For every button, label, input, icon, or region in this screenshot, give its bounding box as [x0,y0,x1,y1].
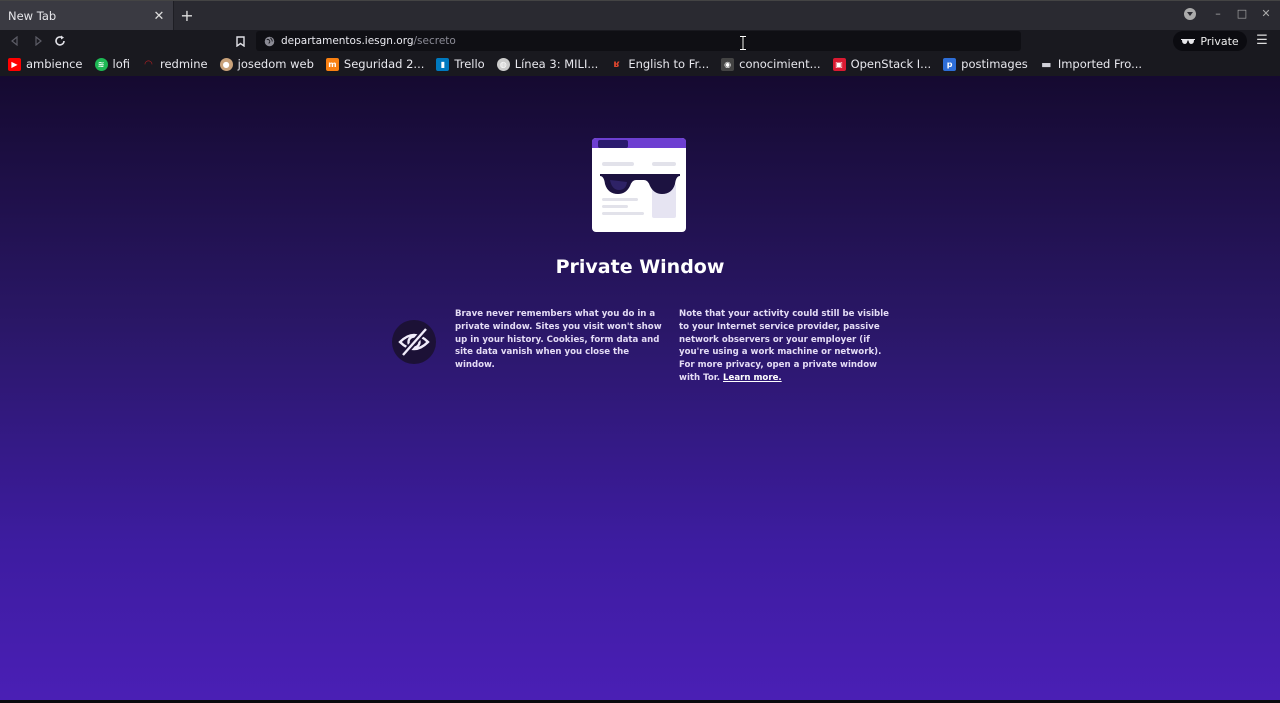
window-close-icon[interactable]: ✕ [1260,7,1272,21]
learn-more-link[interactable]: Learn more. [723,373,782,383]
bookmark-label: Seguridad 2... [343,57,425,71]
bookmark-label: josedom web [237,57,314,71]
address-bar[interactable]: departamentos.iesgn.org/secreto [256,31,1021,51]
hamburger-menu-icon[interactable]: ☰ [1255,33,1269,49]
bookmark-item[interactable]: ◠ redmine [142,52,213,76]
bookmark-label: postimages [961,57,1028,71]
openstack-icon: ▣ [832,57,846,71]
bookmark-label: redmine [160,57,208,71]
bookmark-label: OpenStack I... [850,57,932,71]
bookmark-label: Línea 3: MILI... [514,57,599,71]
bookmark-item[interactable]: ▬ Imported Fro... [1040,52,1147,76]
bookmark-item[interactable]: p postimages [943,52,1033,76]
bookmark-item[interactable]: ▮ Trello [436,52,489,76]
avatar-icon: ● [219,57,233,71]
private-label: Private [1200,34,1239,48]
folder-icon: ▬ [1041,57,1052,71]
youtube-icon: ▶ [8,57,21,71]
maximize-icon[interactable]: □ [1236,7,1248,21]
minimize-icon[interactable]: – [1212,7,1224,21]
postimages-icon: p [943,57,957,71]
profile-menu-icon[interactable] [1184,8,1196,20]
bookmark-label: ambience [26,57,83,71]
moodle-icon: m [325,57,339,71]
tab-new-tab[interactable]: New Tab ✕ [0,1,174,31]
bookmark-label: Trello [454,57,485,71]
window-controls: – □ ✕ [1184,7,1272,21]
bookmark-label: lofi [112,57,130,71]
forward-icon[interactable] [29,32,47,50]
bookmarks-bar: ▶ ambience ≋ lofi ◠ redmine ● josedom web m Segur… [0,52,1280,76]
bookmark-label: Imported Fro... [1057,57,1143,71]
spotify-icon: ≋ [94,57,108,71]
bookmark-item[interactable]: ʁ English to Fr... [610,52,714,76]
eye-slash-icon [392,320,436,364]
redmine-icon: ◠ [144,58,153,70]
bookmark-item[interactable]: ▶ ambience [8,52,88,76]
bookmark-item[interactable]: ◍ Línea 3: MILI... [496,52,604,76]
bookmark-item[interactable]: ▣ OpenStack I... [832,52,937,76]
tor-note: Note that your activity could still be v… [679,308,891,385]
url-path: /secreto [413,35,456,47]
bookmark-item[interactable]: ≋ lofi [94,52,135,76]
close-icon[interactable]: ✕ [149,6,169,26]
bookmark-item[interactable]: m Seguridad 2... [325,52,429,76]
text-cursor-icon [740,36,746,50]
private-window-description: Brave never remembers what you do in a p… [455,309,662,371]
globe-icon: ◍ [496,57,510,71]
private-window-page: Private Window Brave never remembers wha… [0,76,1280,700]
bookmark-item[interactable]: ● josedom web [219,52,319,76]
reverso-icon: ʁ [613,58,621,70]
trello-icon: ▮ [436,57,450,71]
toolbar: departamentos.iesgn.org/secreto Private … [0,30,1280,52]
back-icon[interactable] [6,32,24,50]
tab-strip: New Tab ✕ + – □ ✕ [0,0,1280,31]
bookmark-label: English to Fr... [628,57,710,71]
bookmark-item[interactable]: ◉ conocimient... [721,52,825,76]
private-browser-illustration [592,138,686,232]
private-badge[interactable]: Private [1173,31,1247,51]
tab-title: New Tab [8,9,57,23]
tor-note-text: Note that your activity could still be v… [679,309,889,383]
page-title: Private Window [555,256,725,278]
url-host: departamentos.iesgn.org [281,35,414,47]
new-tab-button[interactable]: + [178,7,196,25]
owl-icon: ◉ [721,57,735,71]
sunglasses-icon [1181,38,1196,44]
site-info-icon[interactable] [264,36,275,47]
bookmark-icon[interactable] [232,32,248,50]
reload-icon[interactable] [51,32,69,50]
bookmark-label: conocimient... [739,57,821,71]
